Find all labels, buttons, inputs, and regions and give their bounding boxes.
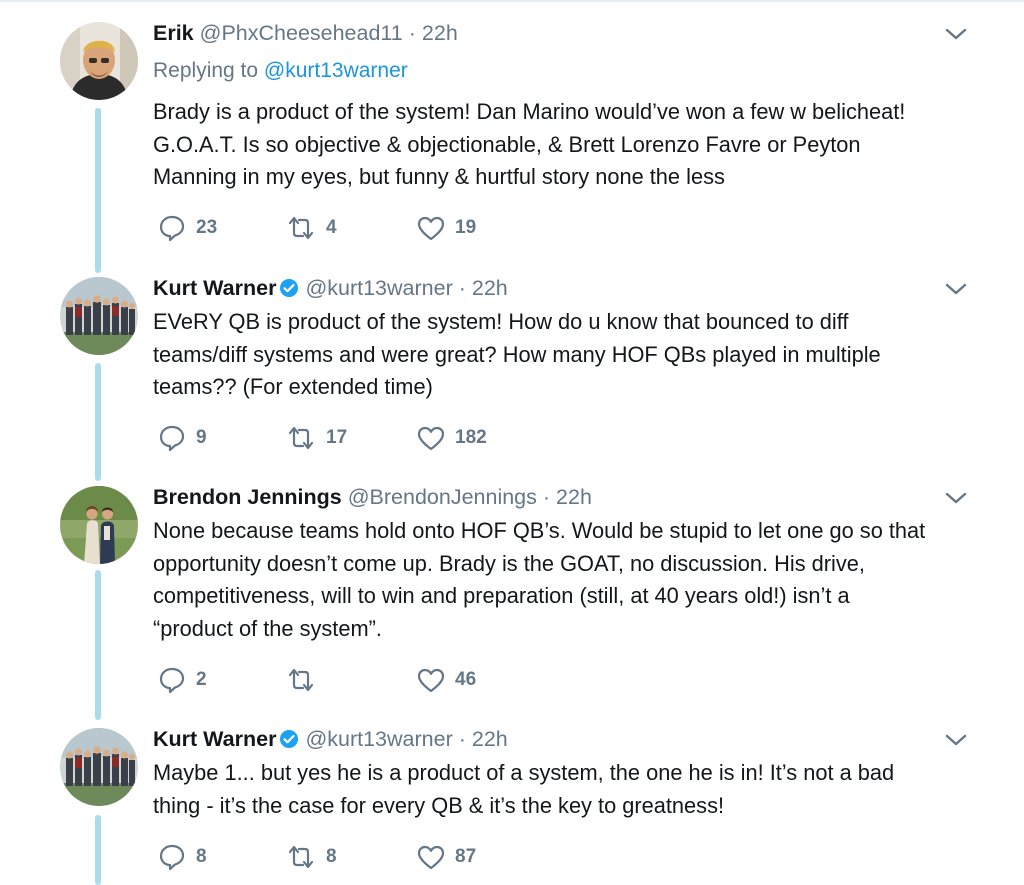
separator-dot: · xyxy=(458,727,466,751)
like-count: 182 xyxy=(455,427,487,448)
reply-button[interactable]: 2 xyxy=(158,665,207,695)
tweet-text-line: competitiveness, will to win and prepara… xyxy=(153,583,850,608)
tweet-text: Brady is a product of the system! Dan Ma… xyxy=(153,96,983,194)
reply-count: 8 xyxy=(196,846,207,867)
heart-icon xyxy=(417,844,445,870)
like-button[interactable]: 19 xyxy=(417,213,476,243)
retweet-button[interactable]: 8 xyxy=(286,842,337,872)
tweet-text-line: opportunity doesn’t come up. Brady is th… xyxy=(153,550,865,576)
timestamp[interactable]: 22h xyxy=(472,727,508,751)
reply-count: 23 xyxy=(196,217,218,238)
reply-icon xyxy=(158,214,186,242)
replying-to-handle-link[interactable]: @kurt13warner xyxy=(264,59,408,82)
like-button[interactable]: 46 xyxy=(417,665,476,695)
reply-button[interactable]: 8 xyxy=(158,842,207,872)
heart-icon xyxy=(417,667,445,693)
retweet-count: 8 xyxy=(326,846,337,867)
chevron-down-icon[interactable] xyxy=(944,730,968,750)
like-count: 87 xyxy=(455,846,477,867)
verified-badge-icon xyxy=(279,278,299,304)
thread-connector-line xyxy=(95,108,101,273)
retweet-icon xyxy=(286,844,316,870)
heart-icon xyxy=(417,425,445,451)
like-button[interactable]: 182 xyxy=(417,423,487,453)
tweet-text-line: “product of the system”. xyxy=(153,615,382,641)
reply-count: 2 xyxy=(196,669,207,690)
tweet-text-line: Brady is a product of the system! Dan Ma… xyxy=(153,99,906,124)
verified-badge-icon xyxy=(279,729,299,755)
top-divider xyxy=(0,0,1024,2)
tweet-text-line: thing - it’s the case for every QB & it’… xyxy=(153,792,725,818)
retweet-count: 4 xyxy=(326,217,337,238)
avatar[interactable] xyxy=(60,486,138,564)
author-name[interactable]: Erik xyxy=(153,21,194,45)
author-handle[interactable]: @kurt13warner xyxy=(305,276,452,300)
separator-dot: · xyxy=(458,276,466,300)
reply-icon xyxy=(158,424,186,452)
tweet-text: Maybe 1... but yes he is a product of a … xyxy=(153,757,983,822)
tweet-text-line: EVeRY QB is product of the system! How d… xyxy=(153,309,849,334)
retweet-icon xyxy=(286,215,316,241)
tweet-header: Erik @PhxCheesehead11 · 22h xyxy=(153,20,458,46)
retweet-icon xyxy=(286,667,316,693)
replying-to: Replying to @kurt13warner xyxy=(153,59,408,83)
author-name[interactable]: Brendon Jennings xyxy=(153,485,342,509)
tweet-text-line: teams?? (For extended time) xyxy=(153,374,433,399)
author-handle[interactable]: @PhxCheesehead11 xyxy=(200,21,403,45)
separator-dot: · xyxy=(408,21,416,45)
reply-icon xyxy=(158,666,186,694)
author-handle[interactable]: @BrendonJennings xyxy=(348,485,537,509)
author-name[interactable]: Kurt Warner xyxy=(153,276,276,300)
tweet-text-line: teams/diff systems and were great? How m… xyxy=(153,341,881,367)
tweet-text-line: Maybe 1... but yes he is a product of a … xyxy=(153,760,895,785)
chevron-down-icon[interactable] xyxy=(944,488,968,508)
tweet-text: None because teams hold onto HOF QB’s. W… xyxy=(153,515,983,645)
like-count: 19 xyxy=(455,217,477,238)
avatar[interactable] xyxy=(60,277,138,355)
reply-count: 9 xyxy=(196,427,207,448)
chevron-down-icon[interactable] xyxy=(944,279,968,299)
replying-to-label: Replying to xyxy=(153,59,259,82)
author-name[interactable]: Kurt Warner xyxy=(153,727,276,751)
like-count: 46 xyxy=(455,669,477,690)
reply-button[interactable]: 9 xyxy=(158,423,207,453)
thread-connector-line xyxy=(95,363,101,481)
like-button[interactable]: 87 xyxy=(417,842,476,872)
retweet-count: 17 xyxy=(326,427,348,448)
avatar[interactable] xyxy=(60,22,138,100)
reply-icon xyxy=(158,843,186,871)
retweet-button[interactable]: 17 xyxy=(286,423,347,453)
retweet-icon xyxy=(286,425,316,451)
tweet-text-line: Manning in my eyes, but funny & hurtful … xyxy=(153,164,725,189)
tweet-text: EVeRY QB is product of the system! How d… xyxy=(153,306,983,404)
retweet-button[interactable]: 4 xyxy=(286,213,337,243)
timestamp[interactable]: 22h xyxy=(472,276,508,300)
separator-dot: · xyxy=(542,485,551,509)
chevron-down-icon[interactable] xyxy=(944,24,968,44)
timestamp[interactable]: 22h xyxy=(556,485,592,509)
tweet-header: Kurt Warner @kurt13warner · 22h xyxy=(153,726,508,755)
thread-connector-line xyxy=(95,815,101,885)
avatar[interactable] xyxy=(60,728,138,806)
tweet-text-line: G.O.A.T. Is so objective & objectionable… xyxy=(153,131,861,157)
heart-icon xyxy=(417,215,445,241)
tweet-header: Brendon Jennings @BrendonJennings · 22h xyxy=(153,484,592,510)
timestamp[interactable]: 22h xyxy=(422,21,458,45)
reply-button[interactable]: 23 xyxy=(158,213,217,243)
thread-connector-line xyxy=(95,570,101,720)
tweet-header: Kurt Warner @kurt13warner · 22h xyxy=(153,275,508,304)
author-handle[interactable]: @kurt13warner xyxy=(305,727,452,751)
tweet-text-line: None because teams hold onto HOF QB’s. W… xyxy=(153,518,926,543)
retweet-button[interactable] xyxy=(286,665,326,695)
